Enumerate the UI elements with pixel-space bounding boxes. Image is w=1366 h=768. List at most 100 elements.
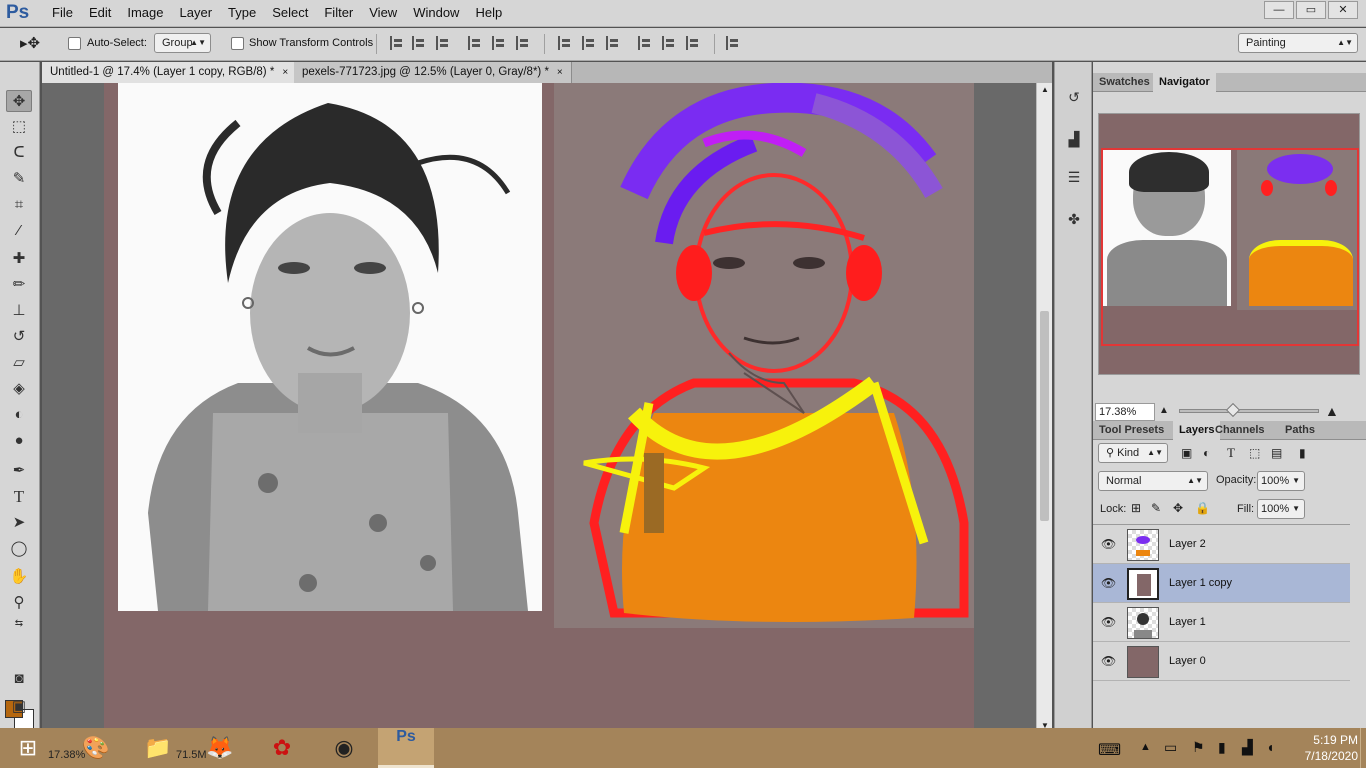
- align-right-icon[interactable]: [516, 36, 530, 50]
- distribute-top-icon[interactable]: [558, 36, 572, 50]
- align-hcenter-icon[interactable]: [492, 36, 506, 50]
- zoom-out-icon[interactable]: ▲: [1159, 405, 1169, 416]
- tab-pexels[interactable]: pexels-771723.jpg @ 12.5% (Layer 0, Gray…: [294, 62, 572, 83]
- network-icon[interactable]: ▟: [1242, 739, 1253, 756]
- fill-field[interactable]: 100% ▼: [1257, 499, 1305, 519]
- system-clock[interactable]: 5:19 PM 7/18/2020: [1305, 732, 1358, 764]
- layer-name[interactable]: Layer 1: [1169, 616, 1206, 628]
- move-tool-icon[interactable]: ✥: [6, 90, 32, 112]
- opacity-field[interactable]: 100% ▼: [1257, 471, 1305, 491]
- keyboard-icon[interactable]: ⌨: [1098, 740, 1121, 760]
- close-icon[interactable]: ×: [282, 67, 288, 78]
- layer-name[interactable]: Layer 1 copy: [1169, 577, 1232, 589]
- layer-name[interactable]: Layer 0: [1169, 655, 1206, 667]
- history-panel-icon[interactable]: ↺: [1061, 86, 1087, 108]
- distribute-left-icon[interactable]: [638, 36, 652, 50]
- blur-icon[interactable]: ◐: [6, 404, 32, 426]
- red-app-icon[interactable]: ✿: [254, 728, 310, 768]
- volume-icon[interactable]: ◖: [1266, 739, 1274, 755]
- navigator-zoom-slider[interactable]: [1179, 402, 1319, 418]
- show-desktop-button[interactable]: [1360, 728, 1366, 768]
- eye-icon[interactable]: 👁: [1101, 615, 1116, 629]
- align-vcenter-icon[interactable]: [412, 36, 426, 50]
- smart-object-filter-icon[interactable]: ▤: [1271, 446, 1282, 460]
- paint-bucket-icon[interactable]: ◈: [6, 378, 32, 400]
- slider-knob[interactable]: [1225, 402, 1241, 418]
- properties-panel-icon[interactable]: ☰: [1061, 166, 1087, 188]
- move-tool-preset-icon[interactable]: ▸✥: [20, 34, 40, 52]
- history-brush-icon[interactable]: ↺: [6, 326, 32, 348]
- auto-align-icon[interactable]: [726, 36, 740, 50]
- eye-icon[interactable]: 👁: [1101, 537, 1116, 551]
- path-select-icon[interactable]: ➤: [6, 512, 32, 534]
- rect-marquee-icon[interactable]: ⬚: [6, 116, 32, 138]
- image-filter-icon[interactable]: ▣: [1181, 446, 1192, 460]
- close-icon[interactable]: ×: [557, 67, 563, 78]
- distribute-right-icon[interactable]: [686, 36, 700, 50]
- eyedropper-icon[interactable]: ⁄: [6, 220, 32, 242]
- brush-icon[interactable]: ✏: [6, 274, 32, 296]
- minimize-button[interactable]: —: [1264, 1, 1294, 19]
- blend-mode-dropdown[interactable]: Normal ▲▼: [1098, 471, 1208, 491]
- healing-brush-icon[interactable]: ✚: [6, 248, 32, 270]
- lock-all-icon[interactable]: 🔒: [1195, 501, 1210, 515]
- tab-untitled-1[interactable]: Untitled-1 @ 17.4% (Layer 1 copy, RGB/8)…: [42, 62, 298, 83]
- align-top-icon[interactable]: [390, 36, 404, 50]
- tray-expand-icon[interactable]: ▲: [1140, 741, 1151, 753]
- photoshop-taskbar-icon[interactable]: Ps: [378, 728, 434, 768]
- swap-colors-icon[interactable]: ⇆: [6, 616, 32, 632]
- menu-window[interactable]: Window: [405, 5, 467, 20]
- layer-row-layer-1-copy[interactable]: 👁 Layer 1 copy: [1093, 564, 1350, 603]
- menu-help[interactable]: Help: [467, 5, 510, 20]
- document-canvas[interactable]: [104, 83, 974, 734]
- align-left-icon[interactable]: [468, 36, 482, 50]
- auto-select-dropdown[interactable]: Group ▲▼: [154, 33, 211, 53]
- scrollbar-thumb[interactable]: [1040, 311, 1049, 521]
- screen-mode-icon[interactable]: ▣: [6, 696, 32, 718]
- lock-transparency-icon[interactable]: ⊞: [1131, 501, 1141, 515]
- crop-icon[interactable]: ⌗: [6, 194, 32, 216]
- layer-filter-dropdown[interactable]: ⚲ Kind ▲▼: [1098, 443, 1168, 463]
- battery-icon[interactable]: ▮: [1218, 739, 1226, 756]
- pen-icon[interactable]: ✒: [6, 460, 32, 482]
- filter-toggle-icon[interactable]: ▮: [1299, 446, 1306, 460]
- layer-row-layer-2[interactable]: 👁 Layer 2: [1093, 525, 1350, 564]
- menu-type[interactable]: Type: [220, 5, 264, 20]
- hand-icon[interactable]: ✋: [6, 566, 32, 588]
- menu-view[interactable]: View: [361, 5, 405, 20]
- menu-select[interactable]: Select: [264, 5, 316, 20]
- menu-edit[interactable]: Edit: [81, 5, 119, 20]
- menu-filter[interactable]: Filter: [316, 5, 361, 20]
- lasso-icon[interactable]: ᑕ: [6, 142, 32, 164]
- distribute-bottom-icon[interactable]: [606, 36, 620, 50]
- navigator-preview[interactable]: [1098, 113, 1360, 375]
- eraser-icon[interactable]: ▱: [6, 352, 32, 374]
- restore-button[interactable]: ▭: [1296, 1, 1326, 19]
- zoom-in-icon[interactable]: ▲: [1325, 403, 1339, 419]
- chrome-icon[interactable]: ◉: [316, 728, 372, 768]
- brush-presets-panel-icon[interactable]: ✤: [1061, 208, 1087, 230]
- histogram-panel-icon[interactable]: ▟: [1061, 128, 1087, 150]
- quick-select-icon[interactable]: ✎: [6, 168, 32, 190]
- layer-row-layer-1[interactable]: 👁 Layer 1: [1093, 603, 1350, 642]
- eye-icon[interactable]: 👁: [1101, 654, 1116, 668]
- workspace-dropdown[interactable]: Painting ▲▼: [1238, 33, 1358, 53]
- menu-file[interactable]: File: [44, 5, 81, 20]
- menu-image[interactable]: Image: [119, 5, 171, 20]
- scroll-up-icon[interactable]: ▲: [1041, 85, 1049, 94]
- flag-icon[interactable]: ⚑: [1192, 739, 1205, 756]
- lock-pixels-icon[interactable]: ✎: [1151, 501, 1161, 515]
- layer-name[interactable]: Layer 2: [1169, 538, 1206, 550]
- tab-paths[interactable]: Paths: [1279, 421, 1321, 440]
- display-icon[interactable]: ▭: [1164, 739, 1177, 756]
- type-icon[interactable]: T: [6, 486, 32, 508]
- ellipse-icon[interactable]: ◯: [6, 538, 32, 560]
- shape-filter-icon[interactable]: ⬚: [1249, 446, 1260, 460]
- adjustment-filter-icon[interactable]: ◐: [1203, 446, 1210, 460]
- tab-channels[interactable]: Channels: [1209, 421, 1271, 440]
- lock-position-icon[interactable]: ✥: [1173, 501, 1183, 515]
- dodge-icon[interactable]: ●: [6, 430, 32, 452]
- canvas-area[interactable]: [42, 83, 1036, 734]
- type-filter-icon[interactable]: T: [1227, 445, 1235, 461]
- transform-controls-checkbox[interactable]: [231, 37, 244, 50]
